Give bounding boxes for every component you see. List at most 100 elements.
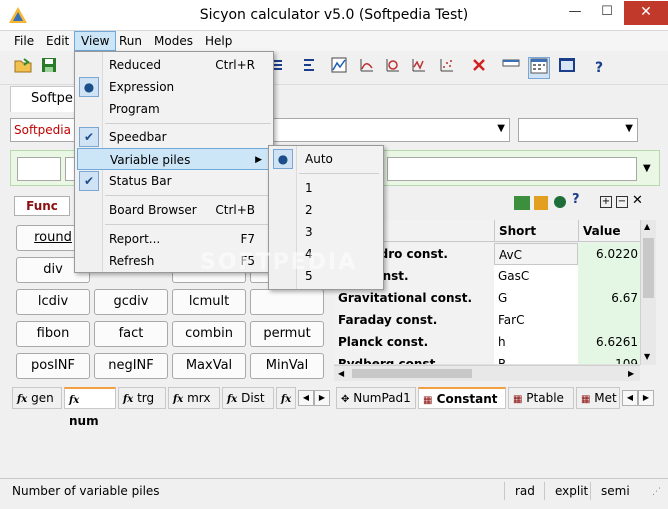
horizontal-scrollbar[interactable]: ◀ ▶ [334,365,640,381]
menu-item-variable-piles[interactable]: Variable piles ▶ [77,148,271,170]
maximize-button[interactable]: ☐ [592,1,622,25]
func-button-fact[interactable]: fact [94,321,168,347]
menu-modes[interactable]: Modes [148,31,199,51]
calculator-view-icon[interactable] [528,57,550,79]
tab-trg[interactable]: fx trg [118,387,166,409]
menu-item-status-bar[interactable]: ✔ Status Bar [77,170,271,192]
scroll-thumb[interactable] [643,238,654,298]
func-button-r3c4[interactable] [250,289,324,315]
menu-edit[interactable]: Edit [40,31,75,51]
scroll-h-thumb[interactable] [352,369,472,378]
func-button-permut[interactable]: permut [250,321,324,347]
pile-box-1[interactable] [17,157,61,181]
menu-run[interactable]: Run [113,31,148,51]
tab-ptable[interactable]: ▦ Ptable [508,387,574,409]
plot-polar-icon[interactable] [382,57,404,79]
result-combo[interactable]: ▼ [518,118,638,142]
panel-help-icon[interactable]: ? [572,192,580,207]
scroll-right-icon[interactable]: ▶ [628,369,634,378]
pile-box-main[interactable] [387,157,637,181]
help-icon[interactable]: ? [588,57,610,79]
func-category-label[interactable]: Func [14,196,70,216]
open-icon[interactable] [12,57,34,79]
plot-param-icon[interactable] [408,57,430,79]
menu-file[interactable]: File [8,31,40,51]
menu-item-report[interactable]: Report... F7 [77,228,271,250]
minimize-view-icon[interactable] [500,57,522,79]
func-button-combin[interactable]: combin [172,321,246,347]
radio-dot-icon: ● [273,149,293,169]
menu-item-program[interactable]: Program [77,98,271,120]
vertical-scrollbar[interactable]: ▲ ▼ [640,220,656,365]
scroll-up-icon[interactable]: ▲ [644,222,650,231]
table-row[interactable]: Planck const. h 6.6261 [334,331,640,353]
menu-view[interactable]: View [74,31,117,51]
scatter-icon[interactable] [436,57,458,79]
expand-icon[interactable]: + [600,196,612,208]
submenu-item-auto[interactable]: ● Auto [271,148,381,170]
chevron-down-icon[interactable]: ▼ [497,123,505,134]
func-button-fibon[interactable]: fibon [16,321,90,347]
status-angle: rad [504,482,544,500]
save-icon[interactable] [38,57,60,79]
menu-item-expression[interactable]: ● Expression [77,76,271,98]
minimize-button[interactable]: — [560,1,590,25]
menu-help[interactable]: Help [199,31,238,51]
program-view-icon[interactable] [556,57,578,79]
status-message: Number of variable piles [12,484,160,498]
column-short-name[interactable]: Short Name [494,220,578,260]
board-icon[interactable] [514,196,530,210]
table-row[interactable]: Faraday const. FarC [334,309,640,331]
function-tabs: fx gen fx num fx trg fx mrx fx Dist fx ◀… [12,387,332,428]
scroll-left-icon[interactable]: ◀ [338,369,344,378]
clear-icon[interactable] [468,57,490,79]
tab-constant[interactable]: ▦ Constant [418,387,506,409]
scroll-down-icon[interactable]: ▼ [644,352,650,361]
func-button-posinf[interactable]: posINF [16,353,90,379]
tab-scroll-right-icon[interactable]: ▶ [314,390,330,406]
chevron-down-icon[interactable]: ▼ [625,123,633,134]
resize-grip-icon[interactable]: ⋰ [652,487,661,497]
table-row[interactable]: Gravitational const. G 6.67 [334,287,640,309]
tab-gen[interactable]: fx gen [12,387,62,409]
close-panel-icon[interactable]: ✕ [632,193,643,208]
plot-icon[interactable] [328,57,350,79]
plot-2d-icon[interactable] [356,57,378,79]
watermark: SOFTPEDIA [200,250,358,275]
func-button-minval[interactable]: MinVal [250,353,324,379]
func-button-lcdiv[interactable]: lcdiv [16,289,90,315]
func-button-gcdiv[interactable]: gcdiv [94,289,168,315]
tab-numpad1[interactable]: ✥ NumPad1 [336,387,416,409]
submenu-item-2[interactable]: 2 [271,199,381,221]
title-bar: Sicyon calculator v5.0 (Softpedia Test) … [0,0,668,31]
tab-num[interactable]: fx num [64,387,116,428]
tab-dist[interactable]: fx Dist [222,387,274,409]
chevron-down-icon[interactable]: ▼ [643,163,651,174]
tab-softpedia[interactable]: Softpe [10,86,80,112]
tab-mrx[interactable]: fx mrx [168,387,220,409]
tab-more[interactable]: fx [276,387,296,409]
column-value[interactable]: Value [578,220,640,242]
constants-tabs: ✥ NumPad1 ▦ Constant ▦ Ptable ▦ Met ◀ ▶ [334,387,658,409]
func-button-neginf[interactable]: negINF [94,353,168,379]
close-button[interactable]: ✕ [624,1,668,25]
func-button-maxval[interactable]: MaxVal [172,353,246,379]
menu-item-speedbar[interactable]: ✔ Speedbar [77,126,271,148]
submenu-item-1[interactable]: 1 [271,177,381,199]
checkmark-icon: ✔ [79,171,99,191]
tab-scroll-right-icon[interactable]: ▶ [638,390,654,406]
menu-separator [105,195,271,196]
format-icon[interactable] [298,57,320,79]
table-row[interactable]: Rydberg const. R 109 [334,353,640,365]
menu-item-board-browser[interactable]: Board Browser Ctrl+B [77,199,271,221]
tab-met[interactable]: ▦ Met [576,387,620,409]
menu-item-reduced[interactable]: Reduced Ctrl+R [77,54,271,76]
globe-icon[interactable] [554,196,566,208]
submenu-item-3[interactable]: 3 [271,221,381,243]
tab-scroll-left-icon[interactable]: ◀ [298,390,314,406]
tab-scroll-left-icon[interactable]: ◀ [622,390,638,406]
submenu-arrow-icon: ▶ [255,155,262,165]
settings-icon[interactable] [534,196,548,210]
collapse-icon[interactable]: − [616,196,628,208]
func-button-lcmult[interactable]: lcmult [172,289,246,315]
